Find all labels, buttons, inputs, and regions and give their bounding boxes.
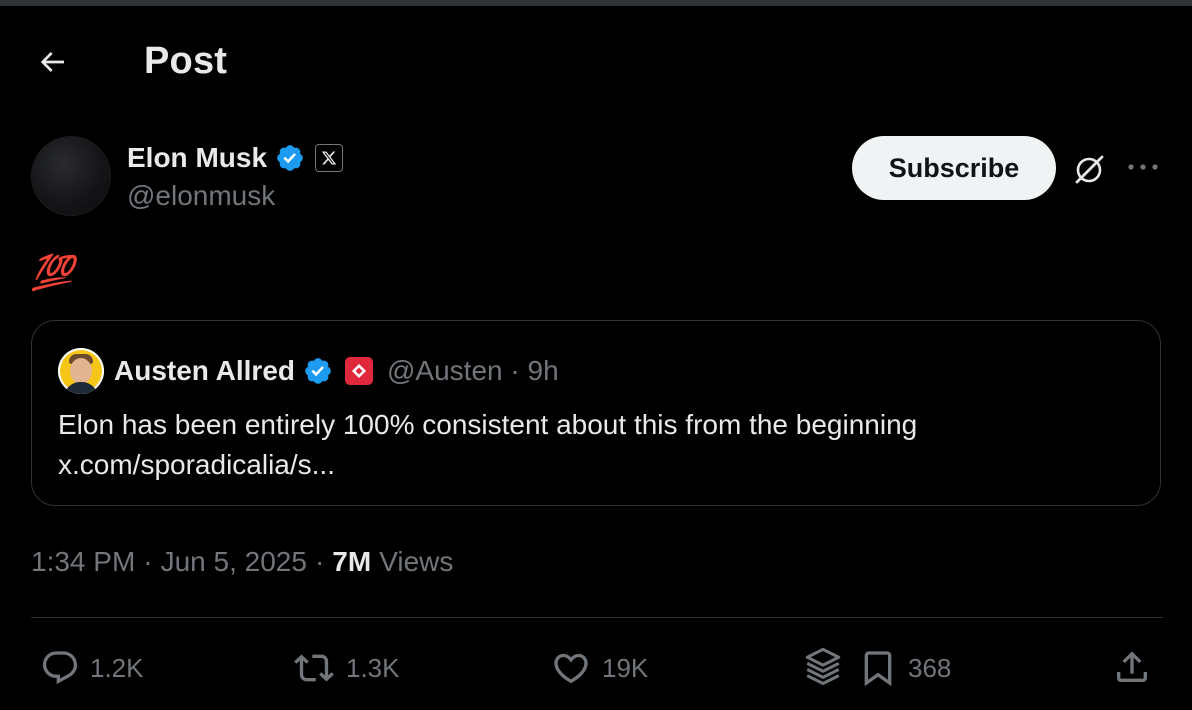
avatar-body	[64, 382, 98, 394]
author-name[interactable]: Elon Musk	[127, 142, 267, 174]
author-avatar[interactable]	[31, 136, 111, 216]
subscribe-button[interactable]: Subscribe	[852, 136, 1056, 200]
emoji-glyph: 💯	[31, 254, 74, 292]
share-button[interactable]	[1112, 646, 1152, 688]
repost-icon	[294, 654, 334, 682]
page-title: Post	[144, 40, 228, 82]
quoted-post[interactable]: Austen Allred @Austen · 9h Elon has been…	[31, 320, 1161, 506]
grok-button[interactable]	[1071, 152, 1107, 188]
post-actions-bar: 1.2K 1.3K 19K 368	[0, 640, 1192, 696]
hundred-points-emoji: 💯	[31, 252, 73, 294]
post-author: Elon Musk @elonmusk Subscribe	[31, 134, 1171, 224]
reply-button[interactable]: 1.2K	[40, 648, 144, 688]
reply-icon	[42, 651, 78, 685]
x-logo-glyph	[321, 151, 337, 165]
post-time[interactable]: 1:34 PM	[31, 546, 135, 578]
bookmark-icon	[864, 651, 892, 687]
quoted-post-time[interactable]: 9h	[528, 355, 559, 386]
author-handle[interactable]: @elonmusk	[127, 180, 275, 212]
x-logo-icon[interactable]	[315, 144, 344, 172]
separator-dot: ·	[314, 546, 325, 577]
separator-dot: ·	[510, 355, 520, 386]
more-horizontal-icon	[1128, 164, 1158, 170]
affiliation-badge-icon[interactable]	[345, 357, 373, 385]
post-text: 💯	[31, 252, 73, 294]
quoted-author-avatar[interactable]	[58, 348, 104, 394]
quoted-post-text: Elon has been entirely 100% consistent a…	[58, 405, 1138, 485]
share-icon	[1117, 651, 1147, 682]
quoted-handle-text[interactable]: @Austen	[387, 355, 503, 386]
quoted-post-link[interactable]: x.com/sporadicalia/s...	[58, 445, 1138, 485]
grok-analyze-button[interactable]	[802, 644, 844, 688]
quoted-author-handle: @Austen · 9h	[387, 355, 559, 387]
separator-dot: ·	[143, 546, 153, 577]
reply-count: 1.2K	[90, 652, 144, 683]
views-label: Views	[379, 546, 454, 577]
repost-button[interactable]: 1.3K	[292, 648, 400, 688]
arrow-left-icon	[40, 52, 64, 72]
layers-icon	[805, 647, 841, 685]
quoted-post-header: Austen Allred @Austen · 9h	[58, 347, 559, 395]
back-button[interactable]	[32, 42, 72, 82]
quoted-author-name[interactable]: Austen Allred	[114, 355, 295, 387]
repost-count: 1.3K	[346, 652, 400, 683]
diamond-logo-icon	[352, 364, 366, 378]
window-top-border	[0, 0, 1192, 6]
bookmark-count: 368	[908, 652, 952, 683]
like-button[interactable]: 19K	[550, 648, 648, 688]
heart-icon	[554, 653, 588, 684]
quoted-post-body: Elon has been entirely 100% consistent a…	[58, 409, 918, 440]
avatar-face	[70, 358, 92, 384]
verified-badge-icon[interactable]	[303, 356, 333, 386]
divider	[31, 617, 1163, 618]
post-date[interactable]: Jun 5, 2025	[161, 546, 307, 578]
views-count: 7M	[332, 546, 372, 577]
like-count: 19K	[602, 652, 649, 683]
page-header: Post	[0, 34, 1192, 86]
post-meta: 1:34 PM · Jun 5, 2025 · 7M Views	[31, 546, 453, 578]
more-options-button[interactable]	[1123, 152, 1163, 182]
author-name-row: Elon Musk	[127, 138, 344, 178]
bookmark-button[interactable]: 368	[858, 648, 951, 688]
verified-badge-icon[interactable]	[275, 143, 305, 173]
grok-icon	[1075, 155, 1104, 184]
